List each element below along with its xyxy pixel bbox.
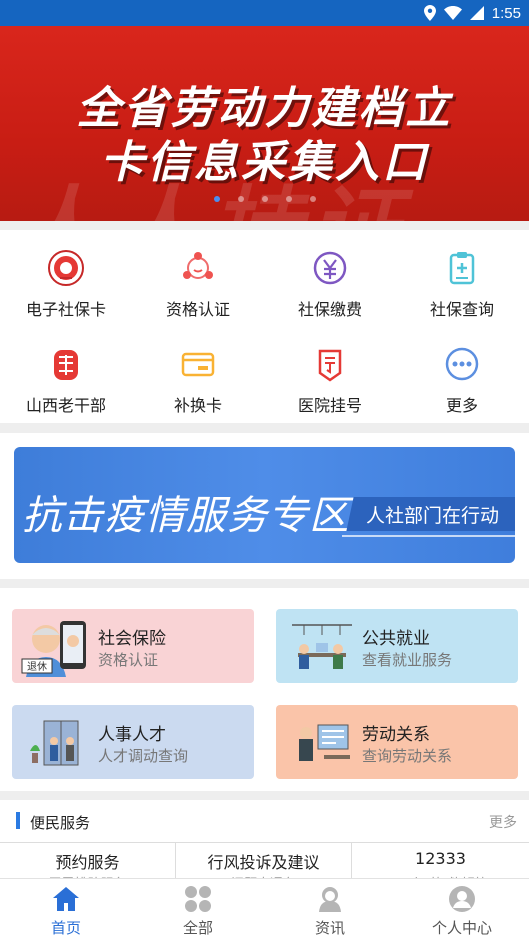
card-subtitle: 查看就业服务: [362, 651, 453, 669]
grid-item-more[interactable]: 更多: [396, 326, 528, 422]
grid-item-card-replace[interactable]: 补换卡: [132, 326, 264, 422]
section-accent-bar: [16, 812, 20, 829]
grid-item-label: 补换卡: [173, 396, 222, 415]
carousel-dot[interactable]: [261, 196, 268, 202]
wifi-icon: [443, 6, 462, 20]
signal-icon: [469, 6, 484, 20]
shanxi-emblem-icon: [46, 344, 86, 384]
card-title: 劳动关系: [362, 725, 430, 745]
people-network-icon: [178, 248, 218, 288]
status-time: 1:55: [491, 4, 521, 22]
status-icons: 1:55: [423, 3, 521, 23]
grid-item-shanxi-cadre[interactable]: 山西老干部: [0, 326, 132, 422]
carousel-dot[interactable]: [285, 196, 292, 202]
epidemic-tag: 人社部门在行动: [366, 505, 500, 527]
all-grid-icon: [183, 884, 213, 914]
bottom-tab-bar: 首页 全部 资讯 个人中心: [0, 878, 529, 941]
hospital-number-icon: [310, 344, 350, 384]
service-title: 12333: [415, 849, 466, 868]
grid-item-label: 社保缴费: [297, 300, 362, 319]
epidemic-title: 抗击疫情服务专区: [22, 493, 350, 539]
tab-label: 全部: [182, 919, 213, 937]
card-subtitle: 资格认证: [98, 651, 159, 669]
carousel-dots: [0, 196, 529, 202]
more-link[interactable]: 更多: [489, 812, 517, 832]
elevator-illustration: [20, 711, 96, 775]
card-social-insurance[interactable]: 退休 社会保险 资格认证: [12, 609, 254, 683]
grid-item-label: 山西老干部: [25, 396, 106, 415]
tab-label: 资讯: [314, 919, 345, 937]
service-title: 预约服务: [55, 853, 120, 872]
grid-item-query[interactable]: 社保查询: [396, 230, 528, 326]
card-title: 社会保险: [98, 629, 166, 649]
carousel-dot[interactable]: [213, 196, 220, 202]
card-subtitle: 人才调动查询: [98, 747, 189, 765]
card-labor-relations[interactable]: 劳动关系 查询劳动关系: [276, 705, 518, 779]
tab-all[interactable]: 全部: [132, 879, 264, 941]
grid-item-payment[interactable]: 社保缴费: [264, 230, 396, 326]
tab-label: 个人中心: [431, 919, 492, 937]
retirement-illustration: 退休: [20, 615, 96, 679]
grid-item-label: 更多: [445, 396, 478, 415]
tab-label: 首页: [50, 919, 81, 937]
function-grid: 电子社保卡 资格认证 社保缴费 社保查询 山西老干部 补换卡 医院挂号 更多: [0, 230, 529, 423]
clipboard-plus-icon: [442, 248, 482, 288]
status-bar: 1:55: [0, 0, 529, 26]
more-dots-icon: [442, 344, 482, 384]
section-title: 便民服务: [30, 814, 91, 832]
card-title: 人事人才: [98, 725, 166, 745]
carousel-dot[interactable]: [237, 196, 244, 202]
carousel-dot[interactable]: [309, 196, 316, 202]
location-icon: [423, 5, 436, 21]
grid-item-hospital[interactable]: 医院挂号: [264, 326, 396, 422]
service-header: 便民服务 更多: [0, 800, 529, 842]
user-icon: [447, 884, 477, 914]
card-personnel-talent[interactable]: 人事人才 人才调动查询: [12, 705, 254, 779]
yuan-coin-icon: [310, 248, 350, 288]
epidemic-divider: [342, 535, 515, 537]
service-cards: 退休 社会保险 资格认证 公共就业 查看就业服务 人事人才 人才调动查询 劳动关…: [0, 588, 529, 791]
grid-item-label: 资格认证: [165, 300, 230, 319]
card-public-employment[interactable]: 公共就业 查看就业服务: [276, 609, 518, 683]
grid-item-qualification[interactable]: 资格认证: [132, 230, 264, 326]
retirement-label: 退休: [27, 661, 47, 673]
news-icon: [315, 884, 345, 914]
banner-carousel[interactable]: 人人持证 全省劳动力建档立 卡信息采集入口: [0, 26, 529, 221]
card-subtitle: 查询劳动关系: [362, 747, 453, 765]
card-title: 公共就业: [362, 629, 430, 649]
labor-illustration: [284, 711, 360, 775]
grid-item-label: 医院挂号: [297, 396, 362, 415]
tab-home[interactable]: 首页: [0, 879, 132, 941]
banner-title-line2: 卡信息采集入口: [100, 137, 429, 188]
grid-item-e-social-card[interactable]: 电子社保卡: [0, 230, 132, 326]
grid-item-label: 社保查询: [429, 300, 494, 319]
employment-illustration: [284, 615, 360, 679]
grid-item-label: 电子社保卡: [25, 300, 106, 319]
service-title: 行风投诉及建议: [207, 853, 320, 872]
home-icon: [51, 884, 81, 914]
social-card-emblem-icon: [46, 248, 86, 288]
epidemic-service-banner[interactable]: 抗击疫情服务专区 人社部门在行动: [14, 447, 515, 563]
card-replace-icon: [178, 344, 218, 384]
tab-news[interactable]: 资讯: [264, 879, 396, 941]
tab-profile[interactable]: 个人中心: [396, 879, 528, 941]
